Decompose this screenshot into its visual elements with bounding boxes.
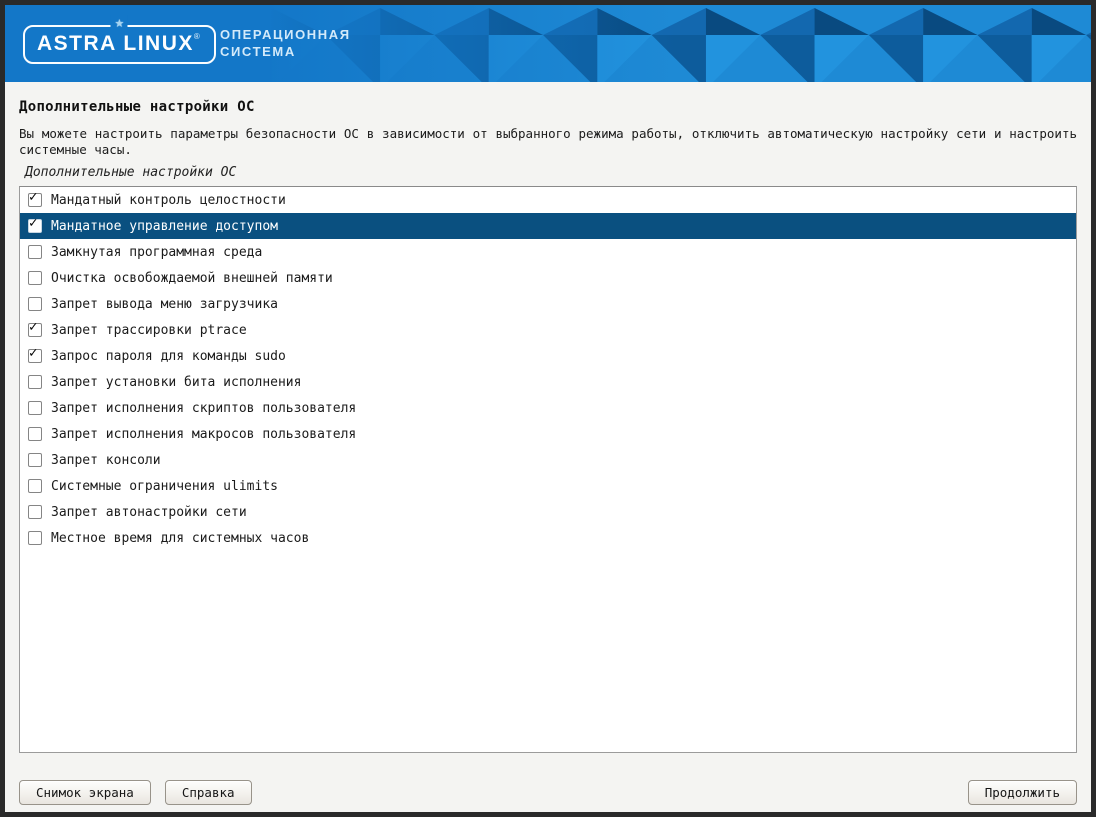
option-row[interactable]: ✓ Запрет исполнения макросов пользовател… xyxy=(20,421,1076,447)
brand-text: ОПЕРАЦИОННАЯ СИСТЕМА xyxy=(220,26,351,60)
star-icon: ★ xyxy=(111,15,128,30)
option-row[interactable]: ✓ Запрет трассировки ptrace xyxy=(20,317,1076,343)
installer-window: ★ ASTRA LINUX® ОПЕРАЦИОННАЯ СИСТЕМА Допо… xyxy=(0,0,1096,817)
logo-text: ASTRA LINUX xyxy=(37,32,194,55)
options-list: ✓ Мандатный контроль целостности ✓ Манда… xyxy=(19,186,1077,753)
checkmark-icon: ✓ xyxy=(29,346,37,360)
screenshot-button[interactable]: Снимок экрана xyxy=(19,780,151,805)
option-label: Запрет трассировки ptrace xyxy=(51,323,247,338)
option-row[interactable]: ✓ Очистка освобождаемой внешней памяти xyxy=(20,265,1076,291)
option-checkbox[interactable]: ✓ xyxy=(28,479,42,493)
list-caption: Дополнительные настройки ОС xyxy=(25,165,1077,180)
option-checkbox[interactable]: ✓ xyxy=(28,297,42,311)
checkmark-icon: ✓ xyxy=(29,190,37,204)
option-label: Запрос пароля для команды sudo xyxy=(51,349,286,364)
option-label: Замкнутая программная среда xyxy=(51,245,262,260)
option-label: Системные ограничения ulimits xyxy=(51,479,278,494)
option-checkbox[interactable]: ✓ xyxy=(28,271,42,285)
logo-registered-mark: ® xyxy=(194,32,200,41)
option-checkbox[interactable]: ✓ xyxy=(28,323,42,337)
checkmark-icon: ✓ xyxy=(29,216,37,230)
footer-bar: Снимок экрана Справка Продолжить xyxy=(19,780,1077,812)
content-area: Дополнительные настройки ОС Вы можете на… xyxy=(5,82,1091,812)
option-label: Запрет консоли xyxy=(51,453,161,468)
option-checkbox[interactable]: ✓ xyxy=(28,245,42,259)
option-row[interactable]: ✓ Запрет исполнения скриптов пользовател… xyxy=(20,395,1076,421)
option-row[interactable]: ✓ Местное время для системных часов xyxy=(20,525,1076,551)
option-row[interactable]: ✓ Мандатное управление доступом xyxy=(20,213,1076,239)
header-banner: ★ ASTRA LINUX® ОПЕРАЦИОННАЯ СИСТЕМА xyxy=(5,5,1091,82)
option-checkbox[interactable]: ✓ xyxy=(28,401,42,415)
option-checkbox[interactable]: ✓ xyxy=(28,531,42,545)
option-row[interactable]: ✓ Замкнутая программная среда xyxy=(20,239,1076,265)
option-label: Запрет вывода меню загрузчика xyxy=(51,297,278,312)
option-checkbox[interactable]: ✓ xyxy=(28,349,42,363)
option-row[interactable]: ✓ Запрос пароля для команды sudo xyxy=(20,343,1076,369)
option-checkbox[interactable]: ✓ xyxy=(28,505,42,519)
option-checkbox[interactable]: ✓ xyxy=(28,453,42,467)
option-checkbox[interactable]: ✓ xyxy=(28,219,42,233)
option-label: Запрет исполнения скриптов пользователя xyxy=(51,401,356,416)
astra-linux-logo: ★ ASTRA LINUX® xyxy=(23,25,216,64)
option-label: Запрет автонастройки сети xyxy=(51,505,247,520)
option-label: Мандатное управление доступом xyxy=(51,219,278,234)
option-checkbox[interactable]: ✓ xyxy=(28,427,42,441)
option-checkbox[interactable]: ✓ xyxy=(28,193,42,207)
window-body: ★ ASTRA LINUX® ОПЕРАЦИОННАЯ СИСТЕМА Допо… xyxy=(5,5,1091,812)
option-row[interactable]: ✓ Запрет автонастройки сети xyxy=(20,499,1076,525)
option-label: Очистка освобождаемой внешней памяти xyxy=(51,271,333,286)
help-button[interactable]: Справка xyxy=(165,780,252,805)
option-label: Мандатный контроль целостности xyxy=(51,193,286,208)
checkmark-icon: ✓ xyxy=(29,320,37,334)
option-checkbox[interactable]: ✓ xyxy=(28,375,42,389)
brand-line1: ОПЕРАЦИОННАЯ xyxy=(220,26,351,43)
option-row[interactable]: ✓ Системные ограничения ulimits xyxy=(20,473,1076,499)
option-label: Запрет исполнения макросов пользователя xyxy=(51,427,356,442)
option-label: Местное время для системных часов xyxy=(51,531,309,546)
option-label: Запрет установки бита исполнения xyxy=(51,375,301,390)
option-row[interactable]: ✓ Запрет консоли xyxy=(20,447,1076,473)
page-description: Вы можете настроить параметры безопаснос… xyxy=(19,126,1077,158)
option-row[interactable]: ✓ Запрет установки бита исполнения xyxy=(20,369,1076,395)
option-row[interactable]: ✓ Запрет вывода меню загрузчика xyxy=(20,291,1076,317)
footer-left-buttons: Снимок экрана Справка xyxy=(19,780,252,805)
brand-line2: СИСТЕМА xyxy=(220,43,351,60)
option-row[interactable]: ✓ Мандатный контроль целостности xyxy=(20,187,1076,213)
continue-button[interactable]: Продолжить xyxy=(968,780,1077,805)
page-title: Дополнительные настройки ОС xyxy=(19,99,1077,115)
